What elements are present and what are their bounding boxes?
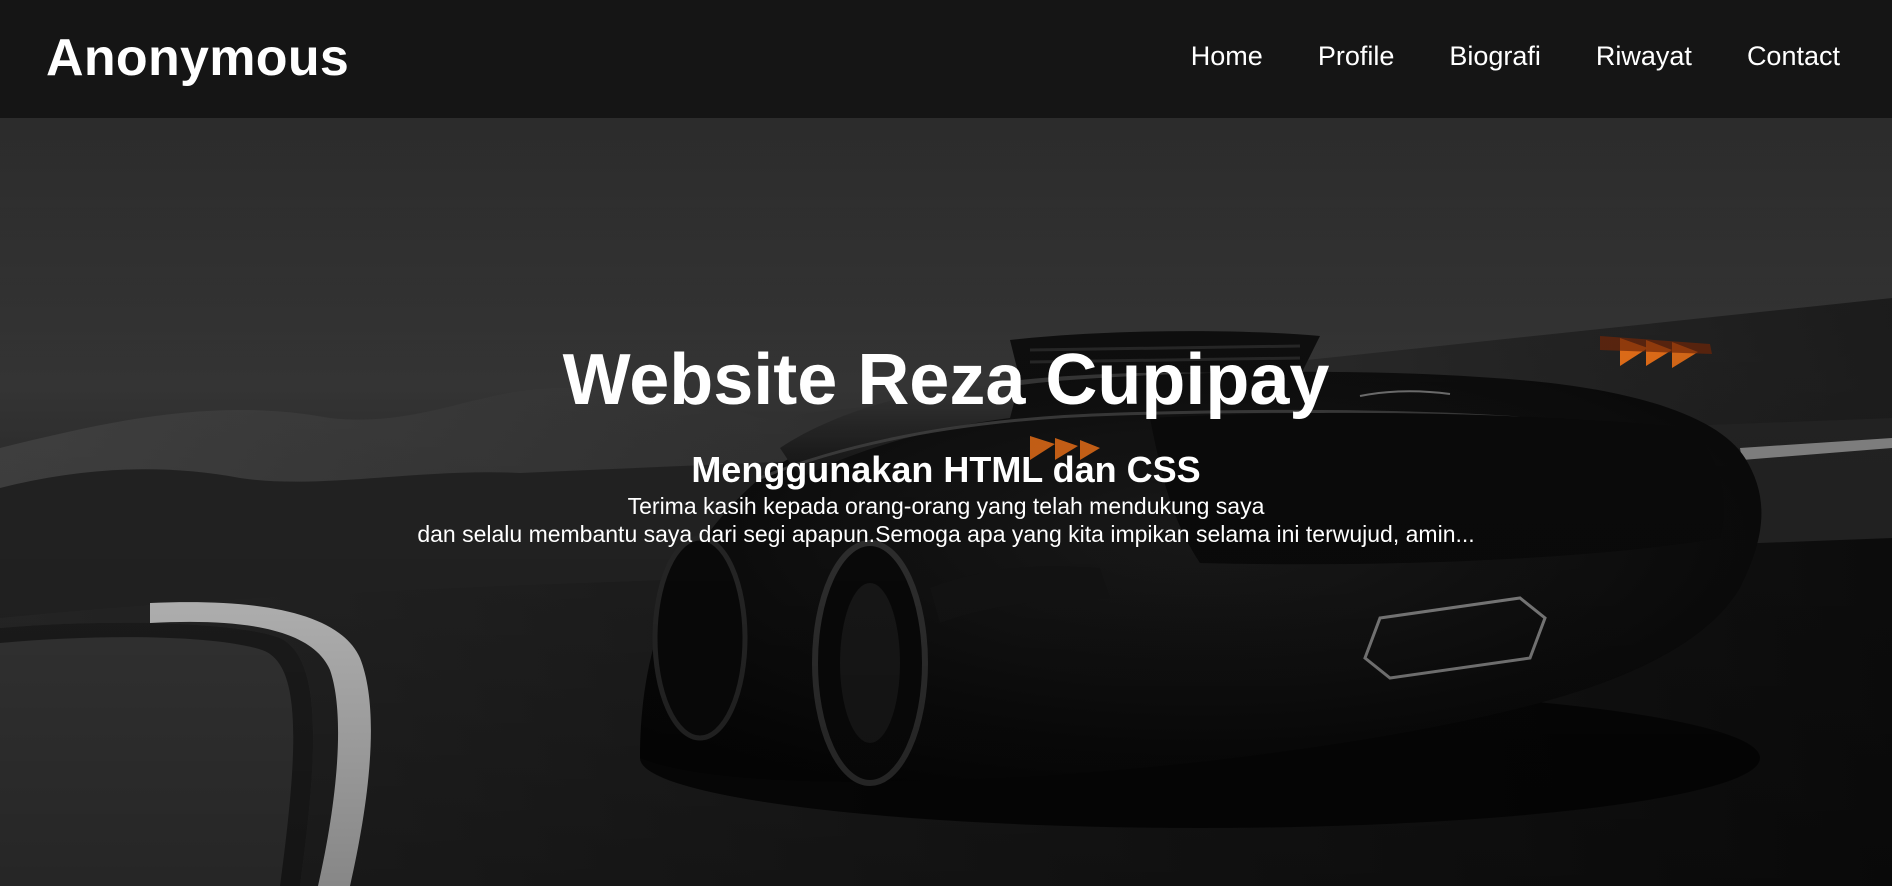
nav-link-contact[interactable]: Contact: [1747, 36, 1840, 76]
nav-menu: Home Profile Biografi Riwayat Contact: [1191, 36, 1840, 76]
nav-link-home[interactable]: Home: [1191, 36, 1263, 76]
brand-logo[interactable]: Anonymous: [46, 26, 349, 90]
nav-link-biografi[interactable]: Biografi: [1449, 36, 1541, 76]
hero-section: Website Reza Cupipay Menggunakan HTML da…: [0, 118, 1892, 886]
hero-subtitle: Menggunakan HTML dan CSS: [691, 449, 1201, 490]
nav-link-profile[interactable]: Profile: [1318, 36, 1395, 76]
hero-description-line-2: dan selalu membantu saya dari segi apapu…: [417, 521, 1475, 547]
navbar: Anonymous Home Profile Biografi Riwayat …: [0, 0, 1892, 118]
hero-title: Website Reza Cupipay: [562, 340, 1330, 420]
hero-description: Terima kasih kepada orang-orang yang tel…: [0, 492, 1892, 548]
page: Anonymous Home Profile Biografi Riwayat …: [0, 0, 1892, 886]
hero-description-line-1: Terima kasih kepada orang-orang yang tel…: [627, 493, 1265, 519]
nav-link-riwayat[interactable]: Riwayat: [1596, 36, 1692, 76]
